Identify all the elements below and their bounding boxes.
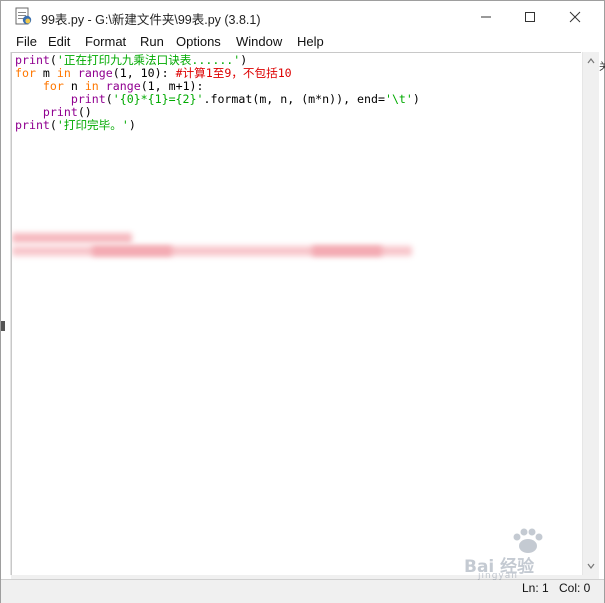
menu-options[interactable]: Options xyxy=(176,34,221,49)
status-bar: Ln: 1 Col: 0 xyxy=(1,579,604,603)
code-editor[interactable]: print('正在打印九九乘法口诀表......') for m in range… xyxy=(11,52,581,575)
minimize-icon xyxy=(481,16,491,17)
minimize-button[interactable] xyxy=(463,1,509,32)
window-title: 99表.py - G:\新建文件夹\99表.py (3.8.1) xyxy=(41,13,261,27)
right-edge-char: 关 xyxy=(599,62,605,73)
menu-window[interactable]: Window xyxy=(236,34,282,49)
status-line: Ln: 1 xyxy=(522,581,549,595)
menu-bar: File Edit Format Run Options Window Help xyxy=(1,32,604,52)
scroll-up-icon[interactable] xyxy=(587,58,595,64)
menu-run[interactable]: Run xyxy=(140,34,164,49)
close-icon xyxy=(569,11,581,22)
blurred-output-region xyxy=(92,246,172,256)
status-column: Col: 0 xyxy=(559,581,591,595)
maximize-icon xyxy=(525,11,535,22)
menu-edit[interactable]: Edit xyxy=(48,34,70,49)
scroll-down-icon[interactable] xyxy=(587,563,595,569)
idle-editor-window: 99表.py - G:\新建文件夹\99表.py (3.8.1) File Ed… xyxy=(0,0,605,603)
menu-format[interactable]: Format xyxy=(85,34,126,49)
left-edge-mark xyxy=(1,321,5,331)
python-file-icon xyxy=(15,7,32,25)
code-line: print('打印完毕。') xyxy=(15,118,136,132)
menu-file[interactable]: File xyxy=(16,34,37,49)
blurred-output-region xyxy=(312,246,382,256)
code-text: print('正在打印九九乘法口诀表......') for m in range… xyxy=(15,54,420,132)
editor-gutter xyxy=(1,52,11,575)
blurred-output-region xyxy=(12,233,132,243)
maximize-button[interactable] xyxy=(507,1,553,32)
title-bar[interactable]: 99表.py - G:\新建文件夹\99表.py (3.8.1) xyxy=(1,1,604,32)
vertical-scrollbar[interactable] xyxy=(582,52,599,575)
menu-help[interactable]: Help xyxy=(297,34,324,49)
close-button[interactable] xyxy=(552,1,598,32)
